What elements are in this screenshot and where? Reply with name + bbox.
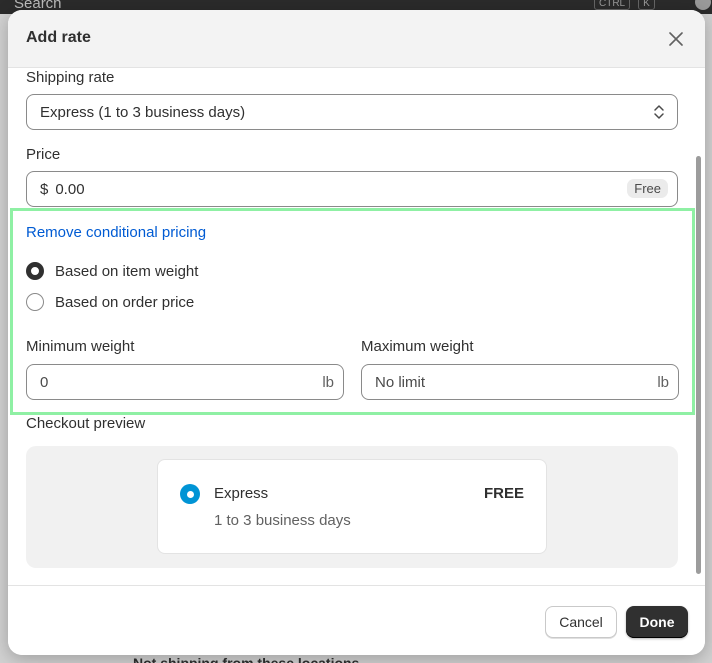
maximum-weight-unit: lb	[657, 374, 669, 391]
price-value: 0.00	[55, 180, 85, 198]
shipping-rate-value: Express (1 to 3 business days)	[40, 103, 246, 121]
preview-rate-subtitle: 1 to 3 business days	[214, 512, 351, 529]
checkout-preview-label: Checkout preview	[26, 415, 146, 432]
background-shortcut: CTRL K	[594, 0, 655, 10]
radio-unchecked-icon[interactable]	[26, 293, 44, 311]
preview-radio-icon	[180, 484, 200, 504]
radio-checked-icon[interactable]	[26, 262, 44, 280]
minimum-weight-input[interactable]: 0 lb	[26, 364, 344, 400]
modal-body: Shipping rate Express (1 to 3 business d…	[8, 69, 705, 585]
modal-title: Add rate	[26, 29, 91, 46]
checkout-preview-box: Express FREE 1 to 3 business days	[26, 446, 678, 568]
shipping-rate-select[interactable]: Express (1 to 3 business days)	[26, 94, 678, 130]
scrollbar-thumb[interactable]	[696, 156, 701, 574]
modal-scrollbar[interactable]	[694, 69, 703, 585]
preview-rate-name: Express	[214, 485, 269, 502]
preview-rate-price: FREE	[483, 485, 524, 502]
minimum-weight-value: 0	[40, 373, 49, 391]
shortcut-key-k: K	[638, 0, 655, 10]
shipping-rate-label: Shipping rate	[26, 69, 115, 86]
minimum-weight-label: Minimum weight	[26, 338, 135, 355]
add-rate-modal: Add rate Shipping rate Express (1 to 3 b…	[8, 10, 705, 655]
free-badge: Free	[627, 179, 668, 198]
close-button[interactable]	[664, 27, 688, 51]
radio-label-order-price: Based on order price	[55, 293, 195, 311]
maximum-weight-input[interactable]: No limit lb	[361, 364, 679, 400]
close-icon	[669, 32, 683, 46]
minimum-weight-unit: lb	[322, 374, 334, 391]
maximum-weight-placeholder: No limit	[375, 373, 426, 391]
done-button[interactable]: Done	[626, 606, 688, 638]
radio-item-weight[interactable]: Based on item weight	[26, 262, 198, 280]
currency-symbol: $	[40, 180, 49, 198]
select-chevron-icon	[654, 105, 664, 119]
modal-header: Add rate	[8, 10, 705, 68]
checkout-preview-card: Express FREE 1 to 3 business days	[157, 459, 547, 554]
radio-order-price[interactable]: Based on order price	[26, 293, 194, 311]
radio-label-item-weight: Based on item weight	[55, 262, 199, 280]
remove-conditional-pricing-link[interactable]: Remove conditional pricing	[26, 224, 206, 241]
background-section-heading: Not shipping from these locations	[133, 655, 360, 663]
modal-footer: Cancel Done	[8, 585, 705, 655]
cancel-button[interactable]: Cancel	[545, 606, 617, 638]
price-label: Price	[26, 146, 61, 163]
price-input[interactable]: $ 0.00 Free	[26, 171, 678, 207]
shortcut-key-ctrl: CTRL	[594, 0, 631, 10]
avatar	[695, 0, 711, 10]
maximum-weight-label: Maximum weight	[361, 338, 474, 355]
